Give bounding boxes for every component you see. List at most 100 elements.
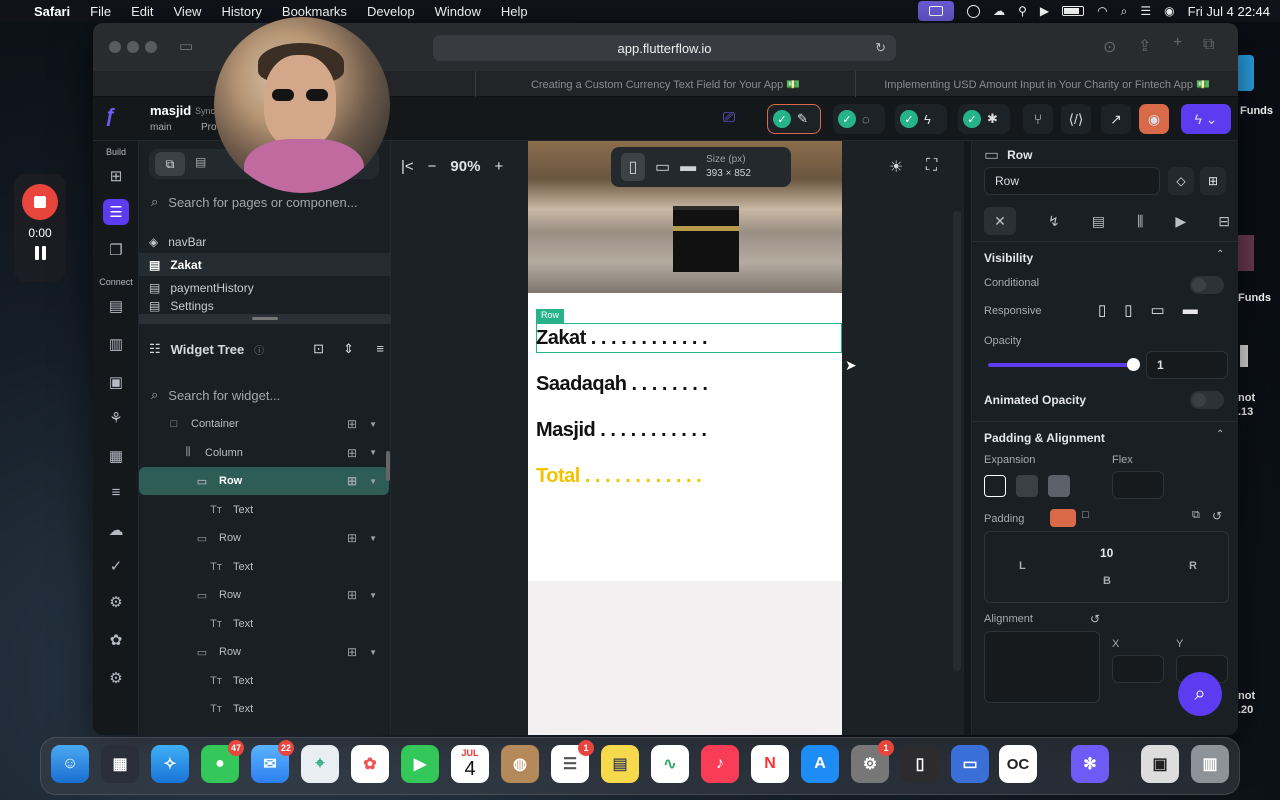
padding-left-label[interactable]: L: [1019, 560, 1026, 572]
canvas-settings-icon[interactable]: ⛶: [926, 157, 937, 175]
screen-recorder-app-icon[interactable]: ▭: [951, 745, 989, 783]
mail-icon[interactable]: ✉ 22: [251, 740, 294, 783]
phone-preview[interactable]: Row Zakat . . . . . . . . . . . . Saadaq…: [528, 141, 842, 735]
maps-icon[interactable]: ⌖: [301, 745, 339, 783]
backend-query-tab-icon[interactable]: ▤: [1092, 213, 1105, 230]
total-text[interactable]: Total . . . . . . . . . . . .: [536, 465, 702, 488]
tab-overview-icon[interactable]: ⧉: [1203, 36, 1214, 54]
opacity-field[interactable]: 1: [1146, 351, 1228, 379]
add-child-icon[interactable]: ⊞: [347, 531, 357, 545]
battery-icon[interactable]: [1062, 6, 1085, 16]
control-center-icon[interactable]: ☰: [1140, 4, 1151, 18]
app-store-icon[interactable]: A: [801, 745, 839, 783]
opacity-slider-thumb[interactable]: [1127, 358, 1140, 371]
menu-window[interactable]: Window: [435, 4, 481, 19]
tree-item-container[interactable]: □ Container ⊞ ▼: [139, 410, 389, 438]
tree-item-row[interactable]: ▭ Row ⊞ ▼: [139, 467, 389, 495]
tree-item-row[interactable]: ▭ Row ⊞ ▼: [139, 638, 389, 666]
menubar-clock[interactable]: Fri Jul 4 22:44: [1188, 4, 1270, 19]
tree-item-row[interactable]: ▭ Row ⊞ ▼: [139, 524, 389, 552]
settings-gear-icon[interactable]: ⚙: [103, 665, 129, 691]
add-page-icon[interactable]: ⊞: [103, 163, 129, 189]
perplexity-icon[interactable]: ✻: [1071, 745, 1109, 783]
expansion-flexible-icon[interactable]: [1016, 475, 1038, 497]
open-external-button[interactable]: ↗: [1101, 104, 1131, 134]
add-child-icon[interactable]: ⊞: [347, 588, 357, 602]
pages-tab-icon[interactable]: ⧉: [155, 152, 185, 176]
conditional-toggle[interactable]: [1190, 276, 1224, 294]
actions-tab-icon[interactable]: ↯: [1048, 213, 1060, 230]
reset-alignment-icon[interactable]: ↺: [1090, 612, 1100, 626]
menu-edit[interactable]: Edit: [131, 4, 153, 19]
reminders-icon[interactable]: ☰ 1: [551, 740, 594, 783]
api-icon[interactable]: ▥: [103, 331, 129, 357]
expansion-expanded-icon[interactable]: [1048, 475, 1070, 497]
animations-tab-icon[interactable]: ▶: [1175, 213, 1186, 230]
image-assets-icon[interactable]: ▦: [103, 443, 129, 469]
preview-button[interactable]: ◉: [1139, 104, 1169, 134]
chevron-down-icon[interactable]: ▼: [369, 448, 377, 457]
zoom-out-button[interactable]: −: [428, 158, 437, 175]
docs-tab-icon[interactable]: ⊟: [1218, 213, 1230, 230]
tree-item-text[interactable]: Tт Text: [139, 695, 389, 723]
share-icon[interactable]: ⇪: [1138, 36, 1151, 56]
code-button[interactable]: ⟨/⟩: [1061, 104, 1091, 134]
page-item-settings[interactable]: ▤ Settings: [139, 299, 391, 313]
menu-help[interactable]: Help: [501, 4, 528, 19]
launchpad-icon[interactable]: ▦: [101, 745, 139, 783]
tablet-visibility-icon[interactable]: ▯: [1124, 301, 1132, 319]
search-fab[interactable]: ⌕: [1178, 672, 1222, 716]
close-window-button[interactable]: [109, 41, 121, 53]
safari-icon[interactable]: ✧: [151, 745, 189, 783]
siri-icon[interactable]: ◉: [1164, 4, 1174, 18]
tree-item-row[interactable]: ▭ Row ⊞ ▼: [139, 581, 389, 609]
alignment-grid[interactable]: [984, 631, 1100, 703]
widget-search[interactable]: ⌕ Search for widget...: [139, 380, 391, 410]
components-tab-icon[interactable]: ▤: [195, 155, 206, 169]
collapse-padding-icon[interactable]: ⌃: [1216, 429, 1224, 440]
copy-padding-icon[interactable]: ⧉: [1192, 509, 1200, 522]
branch-name[interactable]: main: [150, 122, 172, 133]
padding-right-label[interactable]: R: [1189, 560, 1197, 572]
freeform-icon[interactable]: ∿: [651, 745, 689, 783]
actions-check-chip[interactable]: ✓ ϟ: [895, 104, 947, 134]
filter-icon[interactable]: ≡: [376, 341, 384, 356]
chevron-down-icon[interactable]: ▼: [369, 534, 377, 543]
menubar-app-name[interactable]: Safari: [34, 4, 70, 19]
finder-icon[interactable]: ☺: [51, 745, 89, 783]
animated-opacity-toggle[interactable]: [1190, 391, 1224, 409]
stop-recording-button[interactable]: [22, 184, 58, 220]
phone-visibility-icon[interactable]: ▯: [1098, 301, 1106, 319]
size-readout[interactable]: Size (px) 393 × 852: [706, 153, 751, 181]
contacts-icon[interactable]: ◍: [501, 745, 539, 783]
debug-check-chip[interactable]: ✓ ✱: [958, 104, 1010, 134]
trash-icon[interactable]: ▥: [1191, 745, 1229, 783]
wifi-icon[interactable]: ◠: [1097, 4, 1107, 18]
music-icon[interactable]: ♪: [701, 745, 739, 783]
database-icon[interactable]: ▤: [103, 293, 129, 319]
tree-item-text[interactable]: Tт Text: [139, 553, 389, 581]
masjid-text[interactable]: Masjid . . . . . . . . . . .: [536, 419, 707, 442]
expansion-default-icon[interactable]: [984, 475, 1006, 497]
tab-usd-amount-input[interactable]: Implementing USD Amount Input in Your Ch…: [855, 71, 1238, 97]
tablet-landscape-visibility-icon[interactable]: ▭: [1151, 301, 1165, 319]
menu-file[interactable]: File: [90, 4, 111, 19]
zoom-window-button[interactable]: [145, 41, 157, 53]
design-canvas[interactable]: |< − 90% + Row Zakat . . . . . . . . . .…: [391, 141, 964, 735]
add-child-icon[interactable]: ⊞: [347, 474, 357, 488]
padding-bottom-label[interactable]: B: [1103, 575, 1111, 587]
comments-check-chip[interactable]: ✓ ◌: [833, 104, 885, 134]
padding-individual-toggle[interactable]: □: [1082, 509, 1089, 521]
generate-children-tab-icon[interactable]: ⫼: [1137, 213, 1143, 230]
run-button[interactable]: ϟ ⌄: [1181, 104, 1231, 134]
add-child-icon[interactable]: ⊞: [347, 645, 357, 659]
palette-icon[interactable]: ✿: [103, 627, 129, 653]
screen-record-icon[interactable]: [918, 1, 955, 21]
tree-scrollbar[interactable]: [386, 451, 390, 481]
add-child-icon[interactable]: ⊞: [347, 446, 357, 460]
lock-icon[interactable]: ⊡: [313, 341, 324, 357]
page-item-paymenthistory[interactable]: ▤ paymentHistory: [139, 276, 391, 299]
flex-field[interactable]: [1112, 471, 1164, 499]
add-child-icon[interactable]: ⊞: [347, 417, 357, 431]
new-tab-icon[interactable]: +: [1173, 34, 1182, 52]
